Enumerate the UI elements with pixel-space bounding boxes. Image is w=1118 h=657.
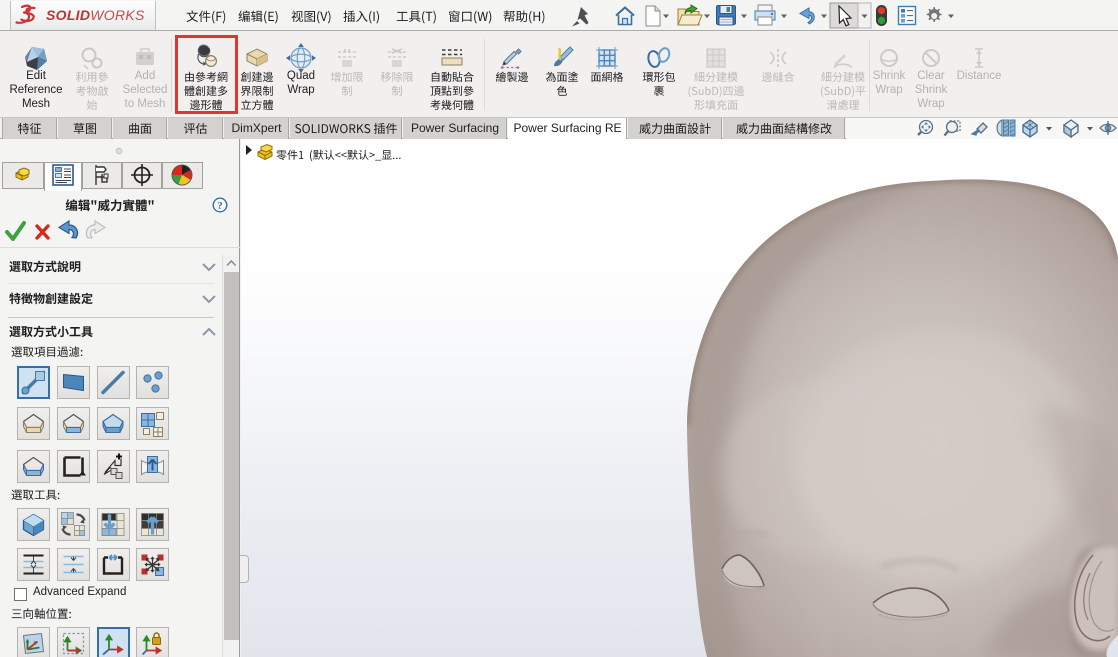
svg-text:SOLIDWORKS: SOLIDWORKS — [46, 7, 145, 23]
svg-text:?: ? — [217, 200, 223, 212]
